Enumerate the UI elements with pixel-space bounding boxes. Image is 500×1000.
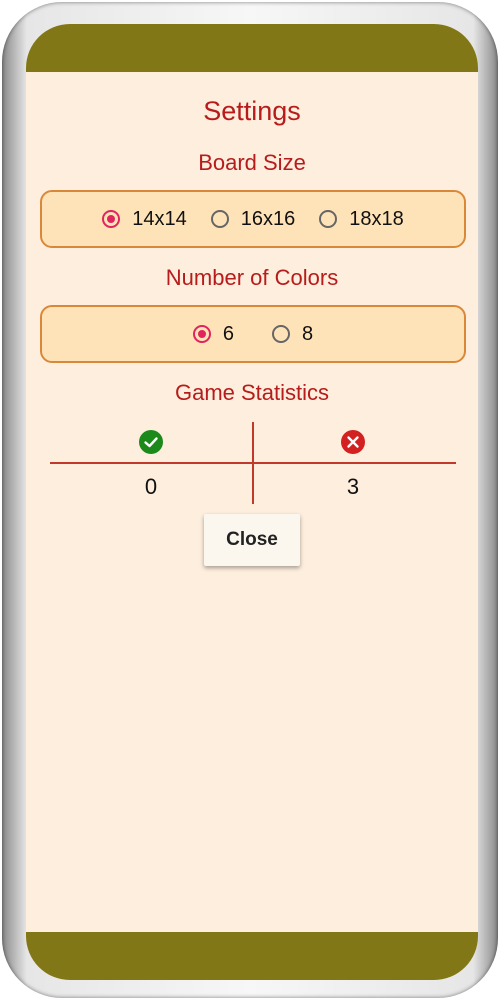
board-size-radio-group: 14x14 16x16 18x18 bbox=[40, 190, 466, 248]
radio-unchecked-icon[interactable] bbox=[272, 325, 290, 343]
statistics-table: 0 3 bbox=[50, 422, 456, 504]
colors-radio-group: 6 8 bbox=[40, 305, 466, 363]
option-label: 8 bbox=[302, 322, 314, 345]
option-label: 14x14 bbox=[132, 207, 187, 230]
top-bar bbox=[26, 24, 478, 72]
phone-screen: Settings Board Size 14x14 16x16 18x18 Nu… bbox=[26, 24, 478, 980]
statistics-heading: Game Statistics bbox=[174, 380, 330, 405]
board-size-option-16x16[interactable]: 16x16 bbox=[210, 207, 296, 231]
bottom-bar bbox=[26, 932, 478, 980]
losses-count: 3 bbox=[346, 474, 360, 499]
close-button[interactable]: Close bbox=[204, 514, 300, 566]
colors-heading: Number of Colors bbox=[165, 265, 339, 290]
colors-option-8[interactable]: 8 bbox=[272, 323, 313, 346]
radio-checked-icon[interactable] bbox=[102, 210, 121, 228]
phone-frame: Settings Board Size 14x14 16x16 18x18 Nu… bbox=[2, 2, 498, 998]
wins-count: 0 bbox=[144, 474, 158, 499]
check-circle-icon bbox=[139, 430, 163, 454]
x-circle-icon bbox=[341, 430, 365, 454]
option-label: 6 bbox=[222, 322, 234, 345]
option-label: 18x18 bbox=[349, 207, 404, 230]
board-size-option-18x18[interactable]: 18x18 bbox=[319, 208, 404, 231]
board-size-option-14x14[interactable]: 14x14 bbox=[102, 208, 187, 231]
radio-unchecked-icon[interactable] bbox=[210, 210, 229, 228]
dialog-title: Settings bbox=[203, 96, 301, 126]
board-size-heading: Board Size bbox=[198, 150, 306, 175]
divider bbox=[252, 422, 254, 504]
radio-unchecked-icon[interactable] bbox=[319, 210, 338, 228]
colors-option-6[interactable]: 6 bbox=[192, 322, 234, 346]
option-label: 16x16 bbox=[240, 207, 296, 230]
radio-checked-icon[interactable] bbox=[192, 325, 211, 343]
